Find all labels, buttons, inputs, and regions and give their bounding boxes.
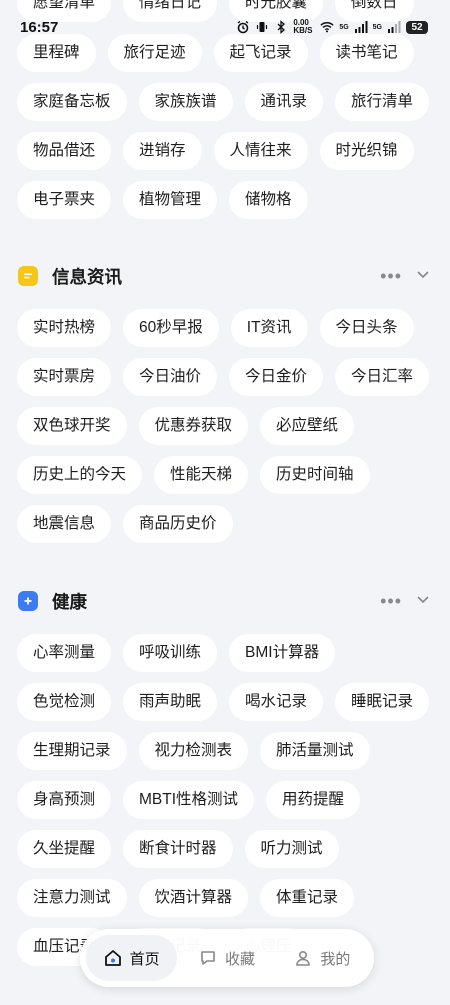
health-tool-chip[interactable]: MBTI性格测试 — [123, 781, 255, 819]
tool-chip[interactable]: 物品借还 — [17, 132, 112, 170]
health-tool-chip[interactable]: 视力检测表 — [138, 732, 249, 770]
status-bar: 16:57 0.00 KB/S 5G 5G 52 — [0, 14, 450, 40]
bluetooth-icon — [274, 20, 288, 34]
info-section-header: 信息资讯 ••• — [0, 256, 450, 296]
nav-home[interactable]: 首页 — [86, 935, 178, 981]
status-time: 16:57 — [20, 18, 59, 36]
signal-1-icon — [354, 20, 368, 34]
tool-chip[interactable]: 进销存 — [123, 132, 202, 170]
bottom-nav: 首页 收藏 我的 — [80, 929, 374, 987]
home-icon — [104, 950, 121, 966]
health-tool-chip[interactable]: 注意力测试 — [17, 879, 127, 917]
health-section-header: 健康 ••• — [0, 581, 450, 621]
tool-chip[interactable]: 电子票夹 — [17, 181, 112, 219]
health-tool-chip[interactable]: 生理期记录 — [17, 732, 127, 770]
info-tool-chip[interactable]: 历史上的今天 — [17, 456, 143, 494]
info-tool-chip[interactable]: 优惠券获取 — [138, 407, 249, 445]
tool-chip[interactable]: 旅行清单 — [335, 83, 430, 121]
info-tool-chip[interactable]: 性能天梯 — [154, 456, 249, 494]
health-tool-chip[interactable]: BMI计算器 — [229, 634, 336, 672]
info-tool-chip[interactable]: 历史时间轴 — [260, 456, 370, 494]
health-tool-chip[interactable]: 呼吸训练 — [123, 634, 218, 672]
tool-chip[interactable]: 储物格 — [229, 181, 308, 219]
info-section: 信息资讯 ••• 实时热榜 60秒早报 IT资讯 今日头条实时票房 今日油价 今日金价 今日… — [0, 256, 450, 554]
health-section: 健康 ••• 心率测量 呼吸训练 BMI计算器色觉检测 雨声助眠 喝水记录 睡眠记录生理期… — [0, 581, 450, 977]
health-tool-chip[interactable]: 饮酒计算器 — [138, 879, 249, 917]
tool-chip[interactable]: 家庭备忘板 — [17, 83, 127, 121]
nav-home-label: 首页 — [129, 950, 160, 968]
info-tool-chip[interactable]: 必应壁纸 — [260, 407, 355, 445]
health-tool-chip[interactable]: 听力测试 — [244, 830, 339, 868]
tool-chip[interactable]: 植物管理 — [123, 181, 218, 219]
health-tool-chip[interactable]: 肺活量测试 — [260, 732, 370, 770]
health-tool-chip[interactable]: 断食计时器 — [123, 830, 233, 868]
info-collapse-chevron-icon[interactable] — [416, 267, 430, 286]
personal-records-section: 里程碑 旅行足迹 起飞记录 读书笔记 家庭备忘板 家族族谱 通讯录 旅行清单 物品借还 进销存 人情… — [0, 34, 450, 230]
health-tool-chip[interactable]: 色觉检测 — [17, 683, 112, 721]
info-tool-chip[interactable]: 商品历史价 — [123, 505, 233, 543]
info-tool-chip[interactable]: IT资讯 — [230, 309, 308, 347]
tool-chip[interactable]: 人情往来 — [213, 132, 308, 170]
vibrate-icon — [255, 20, 269, 34]
info-tool-chip[interactable]: 地震信息 — [17, 505, 112, 543]
health-more-button[interactable]: ••• — [380, 592, 402, 610]
nav-mine-label: 我的 — [320, 950, 351, 968]
status-icons: 0.00 KB/S 5G 5G 52 — [236, 19, 428, 35]
health-tool-chip[interactable]: 体重记录 — [260, 879, 355, 917]
signal-1-label: 5G — [339, 23, 349, 31]
info-tool-chip[interactable]: 今日汇率 — [335, 358, 430, 396]
health-tool-chip[interactable]: 用药提醒 — [266, 781, 361, 819]
wifi-icon — [320, 20, 334, 34]
info-tool-chip[interactable]: 实时票房 — [17, 358, 112, 396]
nav-mine[interactable]: 我的 — [277, 935, 368, 981]
chat-bubble-icon — [18, 266, 38, 286]
health-tool-chip[interactable]: 喝水记录 — [229, 683, 324, 721]
info-section-title: 信息资讯 — [52, 266, 122, 287]
info-tool-chip[interactable]: 今日头条 — [319, 309, 414, 347]
health-tool-chip[interactable]: 睡眠记录 — [335, 683, 430, 721]
health-collapse-chevron-icon[interactable] — [416, 592, 430, 611]
signal-2-icon — [387, 20, 401, 34]
info-tool-chip[interactable]: 双色球开奖 — [17, 407, 127, 445]
health-tool-chip[interactable]: 心率测量 — [17, 634, 112, 672]
health-section-title: 健康 — [52, 591, 87, 612]
medical-kit-icon — [18, 591, 38, 611]
info-more-button[interactable]: ••• — [380, 267, 402, 285]
tool-chip[interactable]: 家族族谱 — [138, 83, 233, 121]
health-tool-chip[interactable]: 雨声助眠 — [123, 683, 218, 721]
info-tool-chip[interactable]: 今日油价 — [123, 358, 218, 396]
user-icon — [296, 950, 311, 966]
battery-indicator: 52 — [406, 20, 428, 34]
info-tool-chip[interactable]: 实时热榜 — [17, 309, 112, 347]
alarm-icon — [236, 20, 250, 34]
info-tool-chip[interactable]: 今日金价 — [229, 358, 324, 396]
tool-chip[interactable]: 通讯录 — [244, 83, 324, 121]
tool-chip[interactable]: 时光织锦 — [319, 132, 414, 170]
favorites-icon — [201, 951, 215, 965]
info-tool-chip[interactable]: 60秒早报 — [123, 309, 219, 347]
nav-favorites[interactable]: 收藏 — [181, 935, 272, 981]
nav-favorites-label: 收藏 — [224, 950, 255, 968]
net-speed: 0.00 KB/S — [293, 18, 313, 35]
health-tool-chip[interactable]: 身高预测 — [17, 781, 112, 819]
health-tool-chip[interactable]: 久坐提醒 — [17, 830, 112, 868]
signal-2-label: 5G — [372, 23, 382, 31]
